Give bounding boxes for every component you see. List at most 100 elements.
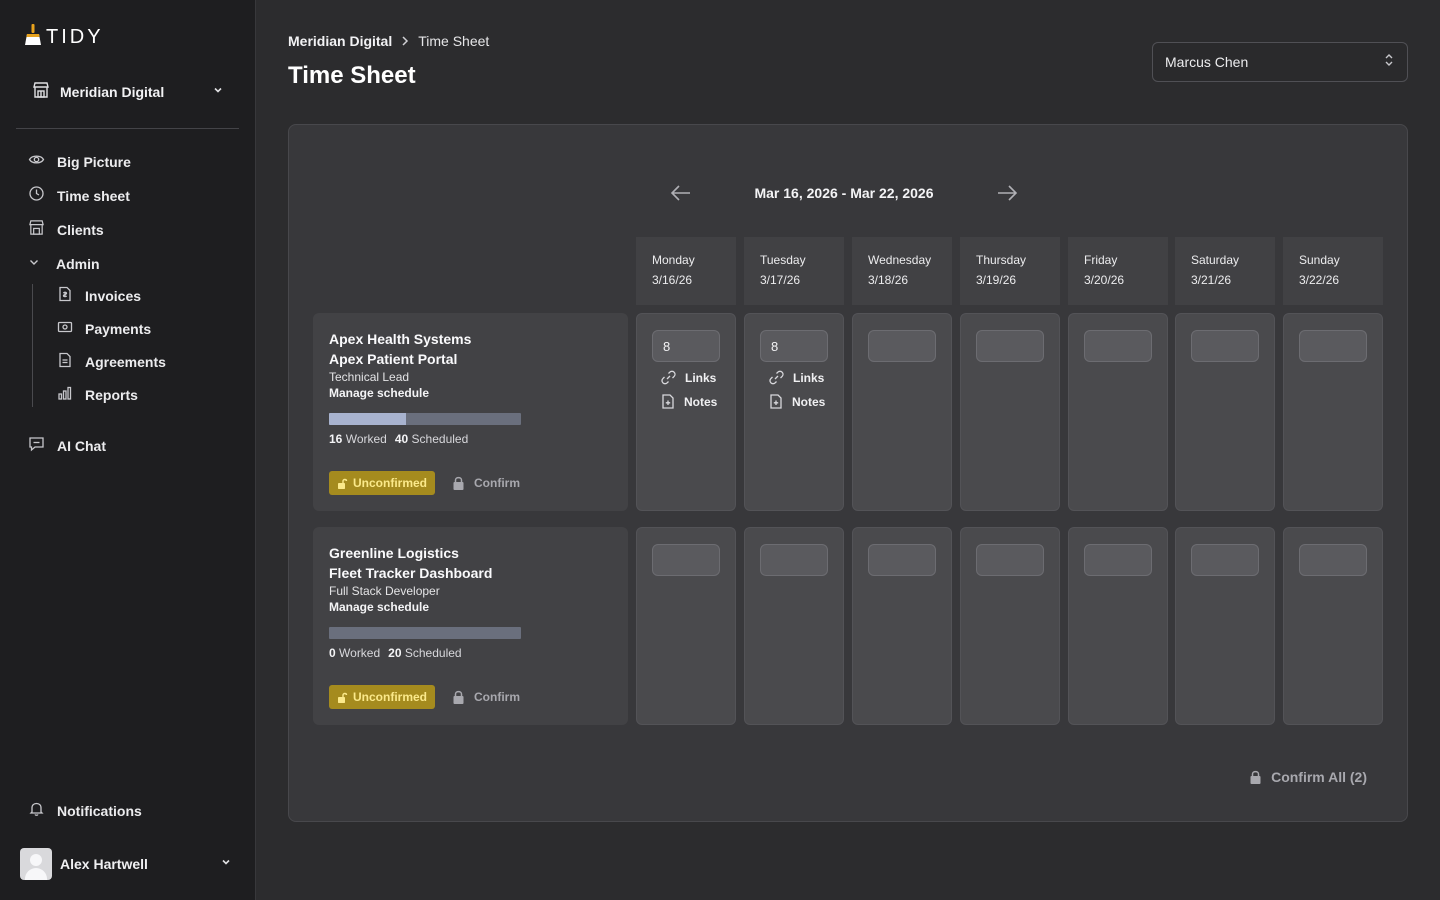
confirm-all-label: Confirm All (2)	[1271, 769, 1367, 785]
day-cell-wednesday	[852, 527, 952, 725]
manage-schedule-link[interactable]: Manage schedule	[329, 385, 612, 401]
confirm-button[interactable]: Confirm	[453, 476, 520, 490]
hours-input[interactable]	[652, 330, 720, 362]
person-select[interactable]: Marcus Chen	[1152, 42, 1408, 82]
admin-subnav: Invoices Payments Agreements Reports	[32, 284, 238, 407]
chevron-up-down-icon	[1383, 52, 1395, 73]
project-name: Apex Patient Portal	[329, 351, 458, 367]
sidebar-item-reports[interactable]: Reports	[57, 383, 238, 407]
worked-value: 16	[329, 432, 343, 446]
sidebar-item-clients[interactable]: Clients	[28, 218, 238, 242]
bar-chart-icon	[57, 385, 73, 406]
status-label: Unconfirmed	[353, 690, 428, 704]
hours-input[interactable]	[868, 544, 936, 576]
building-icon	[28, 219, 45, 241]
day-cell-tuesday	[744, 527, 844, 725]
status-row: Unconfirmed Confirm	[329, 471, 520, 495]
hours-input[interactable]	[1191, 544, 1259, 576]
building-icon	[32, 81, 50, 104]
confirm-button[interactable]: Confirm	[453, 690, 520, 704]
sidebar-item-label: Notifications	[57, 803, 142, 819]
logo[interactable]: TIDY	[24, 24, 104, 51]
notes-button[interactable]: Notes	[661, 394, 717, 409]
unlock-icon	[338, 692, 348, 703]
sidebar-item-big-picture[interactable]: Big Picture	[28, 150, 238, 174]
day-header-friday: Friday 3/20/26	[1068, 237, 1168, 305]
notes-button[interactable]: Notes	[769, 394, 825, 409]
sidebar-item-payments[interactable]: Payments	[57, 317, 238, 341]
user-menu[interactable]: Alex Hartwell	[20, 848, 232, 880]
hours-input[interactable]	[1299, 544, 1367, 576]
lock-icon	[1250, 770, 1261, 784]
prev-week-button[interactable]	[669, 183, 693, 203]
hours-input[interactable]	[976, 544, 1044, 576]
chevron-down-icon	[220, 855, 232, 873]
day-name: Friday	[1084, 253, 1118, 267]
links-button[interactable]: Links	[661, 370, 716, 385]
hours-input[interactable]	[1084, 544, 1152, 576]
day-date: 3/17/26	[760, 273, 801, 287]
day-cell-saturday	[1175, 313, 1275, 511]
scheduled-label: Scheduled	[411, 432, 469, 446]
link-icon	[769, 370, 784, 385]
worked-value: 0	[329, 646, 336, 660]
day-cell-saturday	[1175, 527, 1275, 725]
sidebar-item-label: AI Chat	[57, 438, 106, 454]
day-date: 3/18/26	[868, 273, 909, 287]
sidebar: TIDY Meridian Digital Big Picture Time s…	[0, 0, 256, 900]
chevron-right-icon	[400, 35, 410, 47]
hours-input[interactable]	[868, 330, 936, 362]
next-week-button[interactable]	[995, 183, 1019, 203]
invoice-icon	[57, 286, 73, 307]
hours-summary: 0 Worked 20 Scheduled	[329, 646, 612, 660]
day-date: 3/20/26	[1084, 273, 1125, 287]
links-label: Links	[793, 370, 825, 385]
confirm-label: Confirm	[474, 690, 521, 704]
sidebar-item-invoices[interactable]: Invoices	[57, 284, 238, 308]
sidebar-divider	[16, 128, 239, 129]
arrow-right-icon	[997, 185, 1018, 201]
sidebar-item-label: Time sheet	[57, 188, 130, 204]
project-name: Fleet Tracker Dashboard	[329, 565, 493, 581]
scheduled-value: 20	[388, 646, 402, 660]
day-cell-thursday	[960, 527, 1060, 725]
project-role: Full Stack Developer	[329, 584, 440, 598]
notes-label: Notes	[684, 394, 718, 409]
hours-input[interactable]	[760, 330, 828, 362]
hours-input[interactable]	[1084, 330, 1152, 362]
hours-input[interactable]	[976, 330, 1044, 362]
sidebar-item-ai-chat[interactable]: AI Chat	[28, 434, 106, 458]
lock-icon	[453, 476, 464, 490]
sidebar-item-time-sheet[interactable]: Time sheet	[28, 184, 238, 208]
day-cell-wednesday	[852, 313, 952, 511]
unlock-icon	[338, 478, 348, 489]
sidebar-item-admin[interactable]: Admin	[28, 252, 238, 276]
links-button[interactable]: Links	[769, 370, 824, 385]
breadcrumb-current: Time Sheet	[418, 33, 490, 49]
hours-input[interactable]	[1191, 330, 1259, 362]
day-name: Wednesday	[868, 253, 932, 267]
project-card: Greenline Logistics Fleet Tracker Dashbo…	[313, 527, 628, 725]
scheduled-hours: 40 Scheduled	[395, 432, 468, 446]
sidebar-item-label: Agreements	[85, 354, 166, 370]
hours-input[interactable]	[1299, 330, 1367, 362]
org-selector[interactable]: Meridian Digital	[32, 80, 224, 104]
day-date: 3/22/26	[1299, 273, 1340, 287]
timesheet-panel: Mar 16, 2026 - Mar 22, 2026 Monday 3/16/2…	[288, 124, 1408, 822]
manage-schedule-link[interactable]: Manage schedule	[329, 599, 612, 615]
worked-hours: 0 Worked	[329, 646, 380, 660]
worked-label: Worked	[339, 646, 381, 660]
confirm-all-button[interactable]: Confirm All (2)	[1250, 769, 1367, 785]
clock-icon	[28, 185, 45, 207]
scheduled-value: 40	[394, 432, 409, 446]
eye-icon	[28, 151, 45, 173]
worked-hours: 16 Worked	[329, 432, 387, 446]
sidebar-item-agreements[interactable]: Agreements	[57, 350, 238, 374]
hours-input[interactable]	[760, 544, 828, 576]
day-date: 3/16/26	[652, 273, 693, 287]
sidebar-item-notifications[interactable]: Notifications	[28, 799, 142, 823]
note-add-icon	[770, 394, 782, 409]
breadcrumb-link[interactable]: Meridian Digital	[288, 33, 392, 49]
hours-input[interactable]	[652, 544, 720, 576]
day-header-wednesday: Wednesday 3/18/26	[852, 237, 952, 305]
